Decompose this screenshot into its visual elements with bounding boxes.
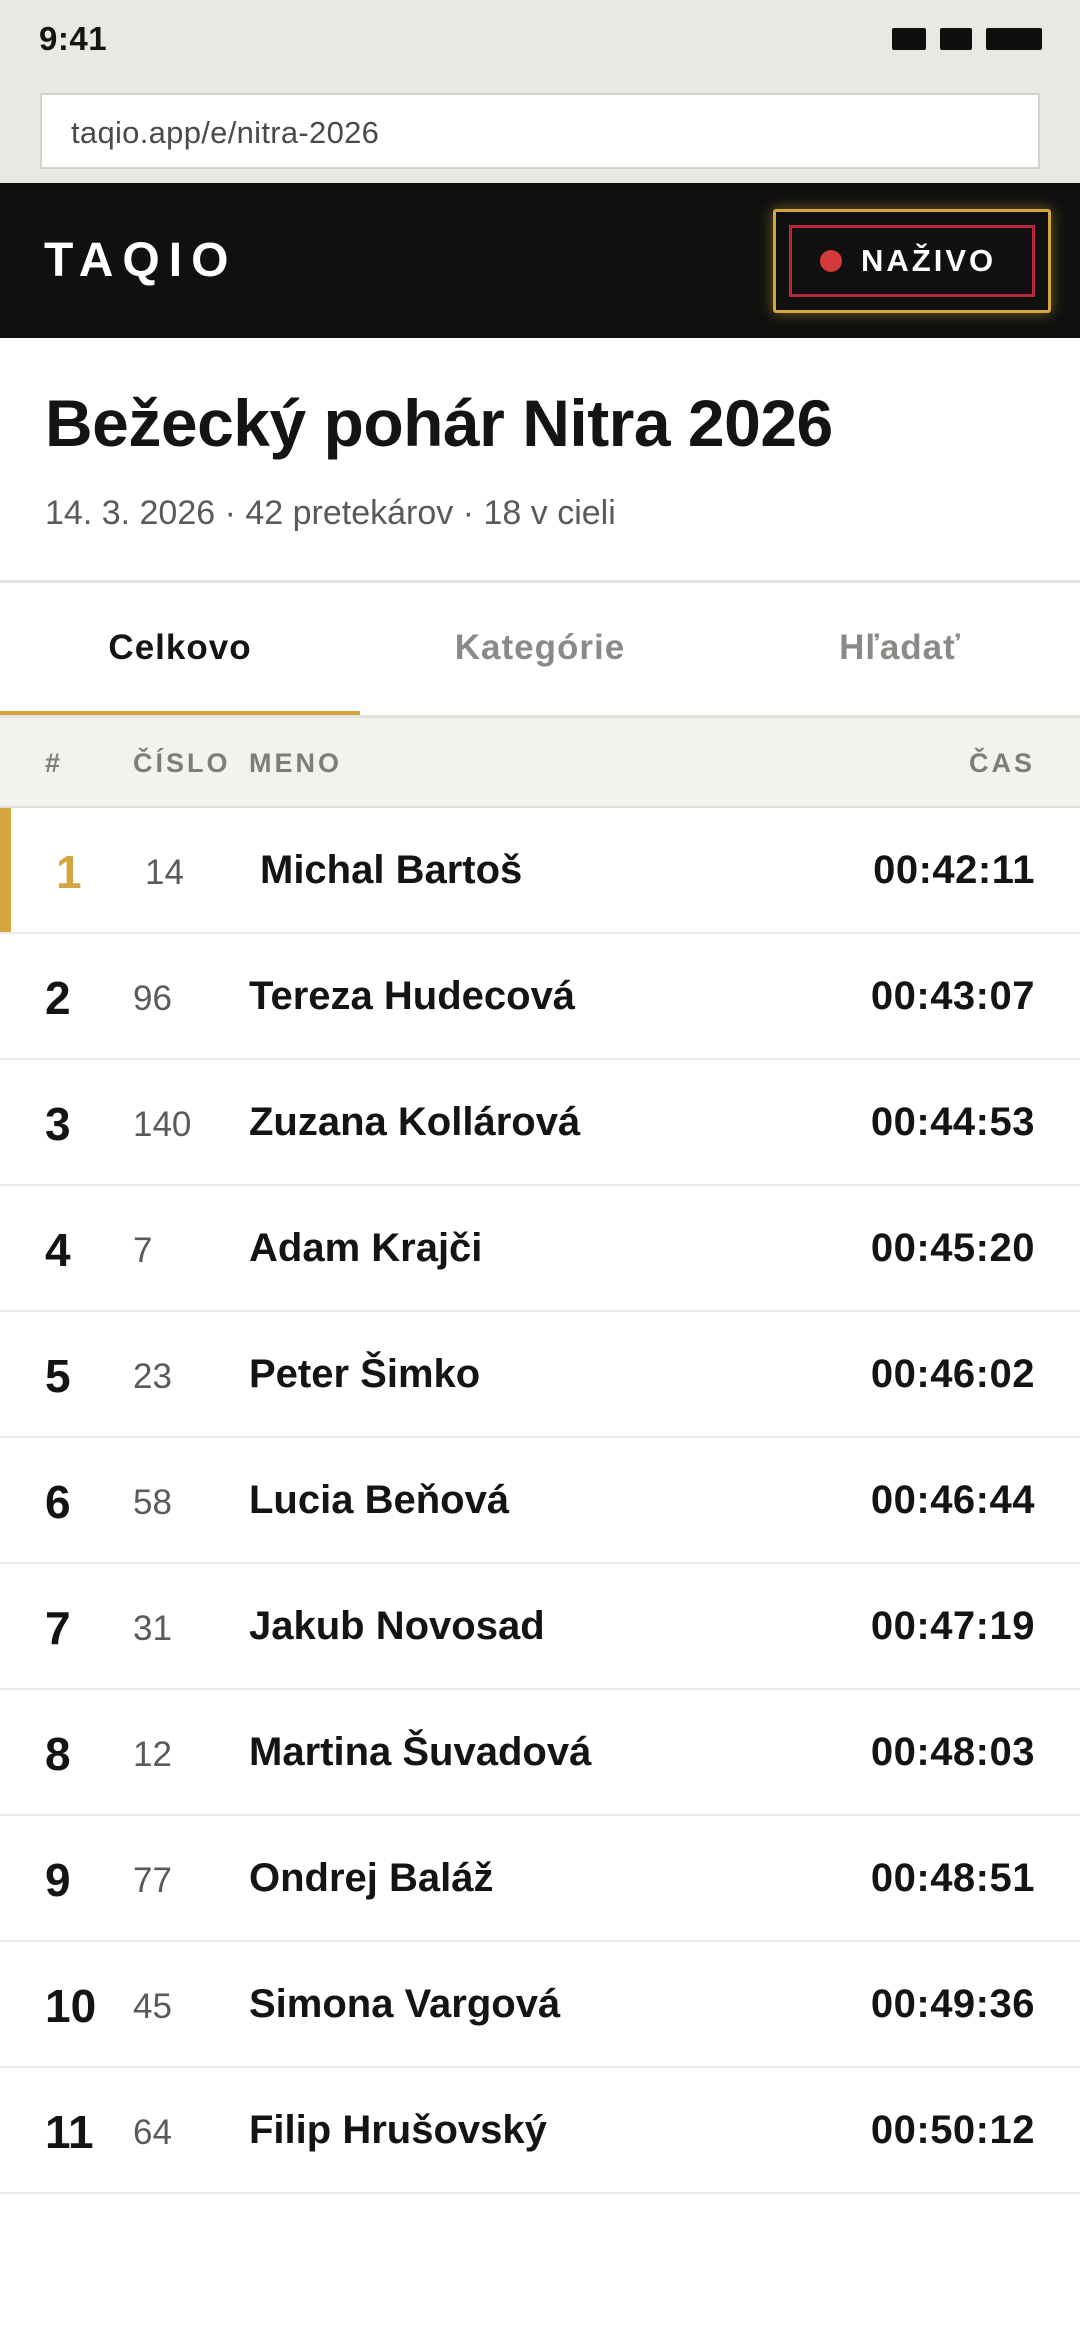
tab-search[interactable]: Hľadať (720, 583, 1080, 715)
row-time: 00:48:51 (870, 1856, 1035, 1900)
tab-overall[interactable]: Celkovo (0, 583, 360, 715)
row-name: Peter Šimko (249, 1352, 481, 1396)
column-header-bib: ČÍSLO (133, 748, 231, 778)
row-rank: 1 (56, 846, 82, 898)
row-rank: 9 (45, 1854, 71, 1906)
table-row[interactable]: 1 14 Michal Bartoš 00:42:11 (0, 808, 1080, 934)
row-time: 00:46:02 (870, 1352, 1035, 1396)
table-row[interactable]: 5 23 Peter Šimko 00:46:02 (0, 1312, 1080, 1438)
row-time: 00:50:12 (870, 2108, 1035, 2152)
row-bib: 12 (133, 1735, 172, 1774)
row-time: 00:48:03 (870, 1730, 1035, 1774)
row-rank: 2 (45, 972, 71, 1024)
row-time: 00:49:36 (870, 1982, 1035, 2026)
row-name: Martina Šuvadová (249, 1730, 592, 1774)
row-bib: 77 (133, 1861, 172, 1900)
row-bib: 140 (133, 1105, 192, 1144)
row-bib: 64 (133, 2113, 172, 2152)
live-button[interactable]: NAŽIVO (789, 225, 1035, 297)
row-rank: 4 (45, 1224, 71, 1276)
table-row[interactable]: 7 31 Jakub Novosad 00:47:19 (0, 1564, 1080, 1690)
live-badge-frame: NAŽIVO (773, 209, 1051, 313)
results-table: 1 14 Michal Bartoš 00:42:11 2 96 Tereza … (0, 808, 1080, 2194)
table-row[interactable]: 4 7 Adam Krajči 00:45:20 (0, 1186, 1080, 1312)
row-name: Michal Bartoš (260, 848, 523, 892)
row-rank: 11 (45, 2106, 94, 2158)
battery-icon (986, 28, 1042, 50)
row-rank: 5 (45, 1350, 71, 1402)
row-time: 00:46:44 (870, 1478, 1035, 1522)
table-header: # ČÍSLO MENO ČAS (0, 718, 1080, 808)
live-dot-icon (820, 250, 842, 272)
app-header: TAQIO NAŽIVO (0, 183, 1080, 338)
row-name: Simona Vargová (249, 1982, 561, 2026)
row-time: 00:42:11 (873, 848, 1035, 892)
event-subtitle: 14. 3. 2026 · 42 pretekárov · 18 v cieli (45, 494, 616, 532)
logo: TAQIO (44, 234, 238, 287)
tab-bar: Celkovo Kategórie Hľadať (0, 583, 1080, 715)
row-name: Lucia Beňová (249, 1478, 510, 1522)
row-name: Ondrej Baláž (249, 1856, 494, 1900)
row-bib: 45 (133, 1987, 172, 2026)
row-time: 00:44:53 (870, 1100, 1035, 1144)
status-time: 9:41 (39, 20, 108, 57)
browser-toolbar: taqio.app/e/nitra-2026 (0, 80, 1080, 183)
row-bib: 23 (133, 1357, 172, 1396)
tab-categories[interactable]: Kategórie (360, 583, 720, 715)
row-name: Filip Hrušovský (249, 2108, 547, 2152)
url-bar[interactable]: taqio.app/e/nitra-2026 (40, 93, 1040, 169)
row-time: 00:45:20 (870, 1226, 1035, 1270)
column-header-rank: # (45, 748, 64, 778)
signal-icon (892, 28, 926, 50)
status-bar: 9:41 (0, 0, 1080, 80)
row-bib: 7 (133, 1231, 153, 1270)
url-text: taqio.app/e/nitra-2026 (71, 115, 380, 150)
wifi-icon (940, 28, 972, 50)
live-label: NAŽIVO (861, 243, 997, 278)
row-name: Zuzana Kollárová (249, 1100, 581, 1144)
table-row[interactable]: 11 64 Filip Hrušovský 00:50:12 (0, 2068, 1080, 2194)
row-time: 00:47:19 (870, 1604, 1035, 1648)
row-name: Adam Krajči (249, 1226, 483, 1270)
table-row[interactable]: 9 77 Ondrej Baláž 00:48:51 (0, 1816, 1080, 1942)
row-name: Tereza Hudecová (249, 974, 576, 1018)
column-header-time: ČAS (968, 748, 1035, 778)
table-row[interactable]: 8 12 Martina Šuvadová 00:48:03 (0, 1690, 1080, 1816)
row-bib: 14 (145, 853, 184, 892)
table-row[interactable]: 3 140 Zuzana Kollárová 00:44:53 (0, 1060, 1080, 1186)
row-rank: 6 (45, 1476, 71, 1528)
row-name: Jakub Novosad (249, 1604, 545, 1648)
page-title: Bežecký pohár Nitra 2026 (45, 386, 833, 460)
table-row[interactable]: 6 58 Lucia Beňová 00:46:44 (0, 1438, 1080, 1564)
row-bib: 96 (133, 979, 172, 1018)
table-row[interactable]: 2 96 Tereza Hudecová 00:43:07 (0, 934, 1080, 1060)
row-bib: 31 (133, 1609, 172, 1648)
row-rank: 3 (45, 1098, 71, 1150)
status-icons (892, 28, 1042, 50)
row-rank: 8 (45, 1728, 71, 1780)
row-bib: 58 (133, 1483, 172, 1522)
row-rank: 7 (45, 1602, 71, 1654)
row-time: 00:43:07 (870, 974, 1035, 1018)
table-row[interactable]: 10 45 Simona Vargová 00:49:36 (0, 1942, 1080, 2068)
row-rank: 10 (45, 1980, 97, 2032)
column-header-name: MENO (249, 748, 342, 778)
